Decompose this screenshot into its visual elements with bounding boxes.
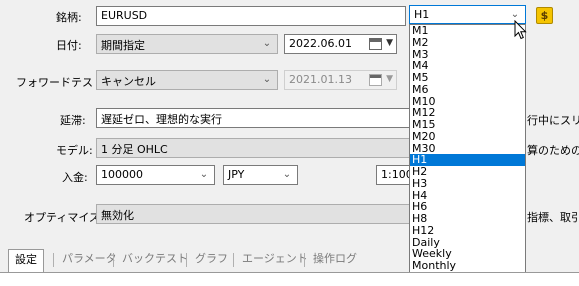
leverage-value: 1:100	[381, 168, 413, 181]
tab-separator	[53, 253, 54, 267]
tab-1[interactable]: 設定	[8, 249, 44, 272]
latency-note: 行中にスリッ	[527, 114, 579, 127]
period-select[interactable]: H1 ⌄	[409, 5, 526, 24]
date-from-picker[interactable]: 2022.06.01 ▼	[284, 34, 397, 54]
forward-date-value: 2021.01.13	[289, 73, 352, 86]
tester-tabs: 設定 パラメータ バックテスト グラフ エージェント 操作ログ	[0, 249, 579, 272]
forward-mode-value: キャンセル	[101, 75, 156, 88]
tab-4[interactable]: グラフ	[189, 249, 234, 271]
currency-value: JPY	[228, 168, 245, 181]
timeframe-option[interactable]: H12	[410, 224, 525, 237]
chevron-down-icon: ▼	[386, 38, 393, 48]
calendar-icon	[369, 74, 382, 86]
chevron-down-icon: ⌄	[262, 74, 272, 85]
chevron-down-icon: ⌄	[199, 169, 209, 180]
model-note: 算のための	[527, 144, 579, 157]
timeframe-dropdown-list[interactable]: M1 M2 M3 M4 M5 M6 M10 M12 M15 M20 M30 H1 H2 H3 H4 H6 H8 H…	[409, 24, 526, 278]
chevron-down-icon: ⌄	[262, 38, 272, 49]
mouse-pointer-icon	[514, 20, 527, 40]
tab-separator	[186, 253, 187, 267]
currency-select[interactable]: JPY ⌄	[223, 165, 298, 185]
latency-label: 延滞:	[60, 114, 86, 127]
latency-select[interactable]: 遅延ゼロ、理想的な実行	[96, 108, 412, 128]
chevron-down-icon: ⌄	[282, 169, 292, 180]
deposit-label: 入金:	[62, 171, 88, 184]
timeframe-option[interactable]: H8	[410, 213, 525, 225]
deposit-amount-value: 100000	[101, 168, 143, 181]
timeframe-option[interactable]: M5	[410, 72, 525, 84]
optimization-value: 無効化	[101, 209, 134, 222]
tab-separator	[304, 253, 305, 267]
forward-date-picker: 2021.01.13 ▼	[284, 70, 397, 90]
tab-3[interactable]: バックテスト	[116, 249, 194, 271]
model-label: モデル:	[56, 144, 93, 157]
timeframe-option[interactable]: M30	[410, 142, 525, 155]
model-select[interactable]: 1 分足 OHLC	[96, 138, 412, 158]
date-mode-select[interactable]: 期間指定 ⌄	[96, 34, 278, 54]
date-from-value: 2022.06.01	[289, 37, 352, 50]
date-mode-value: 期間指定	[101, 39, 145, 52]
period-value: H1	[414, 8, 430, 21]
timeframe-option[interactable]: M2	[410, 36, 525, 49]
forward-mode-select[interactable]: キャンセル ⌄	[96, 70, 278, 90]
latency-value: 遅延ゼロ、理想的な実行	[101, 113, 222, 126]
optimization-select[interactable]: 無効化	[96, 204, 412, 224]
forward-label: フォワードテスト:	[16, 76, 108, 89]
timeframe-option[interactable]: H2	[410, 166, 525, 178]
date-label: 日付:	[56, 39, 82, 52]
timeframe-option[interactable]: M20	[410, 130, 525, 143]
tab-5[interactable]: エージェント	[236, 249, 314, 271]
timeframe-option[interactable]: H3	[410, 177, 525, 190]
symbol-value: EURUSD	[101, 9, 148, 22]
timeframe-option[interactable]: H4	[410, 189, 525, 202]
timeframe-option[interactable]: H1	[410, 154, 525, 166]
dollar-icon[interactable]: $	[536, 7, 553, 24]
bottom-panel-strip	[0, 272, 579, 286]
tab-separator	[113, 253, 114, 267]
deposit-amount-select[interactable]: 100000 ⌄	[96, 165, 215, 185]
timeframe-option[interactable]: M1	[410, 25, 525, 37]
timeframe-option[interactable]: M6	[410, 83, 525, 96]
tab-6[interactable]: 操作ログ	[307, 249, 363, 271]
model-value: 1 分足 OHLC	[101, 143, 168, 156]
symbol-label: 銘柄:	[56, 11, 82, 24]
timeframe-option[interactable]: M15	[410, 119, 525, 131]
timeframe-option[interactable]: H6	[410, 201, 525, 213]
chevron-down-icon: ▼	[386, 74, 393, 84]
optimization-note: 指標、取引	[527, 211, 579, 224]
symbol-input[interactable]: EURUSD	[96, 6, 406, 26]
calendar-icon	[369, 38, 382, 50]
optimization-label: オプティマイズ:	[24, 211, 104, 224]
tab-separator	[233, 253, 234, 267]
